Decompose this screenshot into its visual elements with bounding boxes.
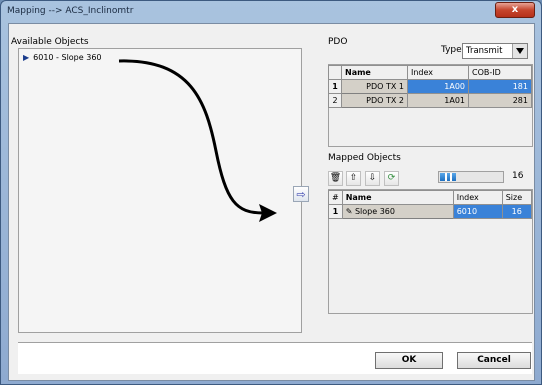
mapped-name-cell[interactable]: ✎ Slope 360: [341, 204, 454, 219]
mapped-size-cell[interactable]: 16: [501, 204, 532, 219]
mapped-col-index[interactable]: Index: [452, 190, 503, 205]
mapping-window: Mapping --> ACS_Inclinomtr x Available O…: [0, 0, 542, 385]
pdo-name-cell[interactable]: PDO TX 2: [341, 93, 408, 108]
pdo-cob-id-cell[interactable]: 181: [468, 79, 532, 94]
mapping-size-fill: [440, 173, 456, 181]
pdo-cob-id-cell[interactable]: 281: [468, 93, 532, 108]
up-arrow-icon: ⇧: [349, 173, 358, 183]
down-arrow-icon: ⇩: [368, 173, 377, 183]
type-select[interactable]: Transmit: [462, 43, 528, 59]
mapped-index-cell[interactable]: 6010: [452, 204, 503, 219]
pdo-corner-header: [328, 65, 342, 80]
mapped-col-name[interactable]: Name: [341, 190, 454, 205]
cancel-button[interactable]: Cancel: [457, 352, 531, 369]
refresh-button[interactable]: ⟳: [384, 171, 399, 186]
pdo-col-index[interactable]: Index: [407, 65, 469, 80]
pdo-index-cell[interactable]: 1A00: [407, 79, 469, 94]
pdo-col-name[interactable]: Name: [341, 65, 408, 80]
move-down-button[interactable]: ⇩: [365, 171, 380, 186]
table-row[interactable]: 1 ✎ Slope 360 6010 16: [328, 204, 532, 219]
pdo-name-cell[interactable]: PDO TX 1: [341, 79, 408, 94]
mapping-size-bar: [438, 171, 504, 183]
chevron-down-icon[interactable]: [512, 44, 527, 58]
table-row[interactable]: 1 PDO TX 1 1A00 181: [328, 79, 532, 94]
row-number: 1: [328, 79, 342, 94]
move-up-button[interactable]: ⇧: [346, 171, 361, 186]
type-select-value: Transmit: [466, 46, 503, 56]
pdo-table: Name Index COB-ID 1 PDO TX 1 1A00 181 2 …: [328, 65, 532, 108]
pdo-label: PDO: [328, 37, 348, 47]
ok-button[interactable]: OK: [375, 352, 443, 369]
table-row[interactable]: 2 PDO TX 2 1A01 281: [328, 93, 532, 108]
type-label: Type: [441, 45, 462, 55]
mapped-name-text: Slope 360: [354, 207, 395, 216]
map-object-button[interactable]: ⇨: [293, 186, 309, 202]
pdo-col-cob-id[interactable]: COB-ID: [468, 65, 532, 80]
mapped-table: # Name Index Size 1 ✎ Slope 360 6010 16: [328, 190, 532, 219]
mapped-size-value: 16: [512, 171, 524, 181]
progress-segment: [445, 173, 447, 181]
mapped-col-size[interactable]: Size: [501, 190, 532, 205]
delete-button[interactable]: 🗑: [328, 171, 343, 186]
pdo-index-cell[interactable]: 1A01: [407, 93, 469, 108]
button-bar: [18, 342, 532, 374]
progress-segment: [450, 173, 452, 181]
refresh-icon: ⟳: [387, 173, 396, 183]
trash-icon: 🗑: [329, 173, 342, 183]
right-arrow-icon: ⇨: [296, 187, 306, 201]
object-edit-icon: ✎: [345, 207, 353, 216]
mapped-objects-label: Mapped Objects: [328, 153, 401, 163]
row-number: 2: [328, 93, 342, 108]
row-number: 1: [328, 204, 343, 219]
mapped-col-number[interactable]: #: [328, 190, 343, 205]
